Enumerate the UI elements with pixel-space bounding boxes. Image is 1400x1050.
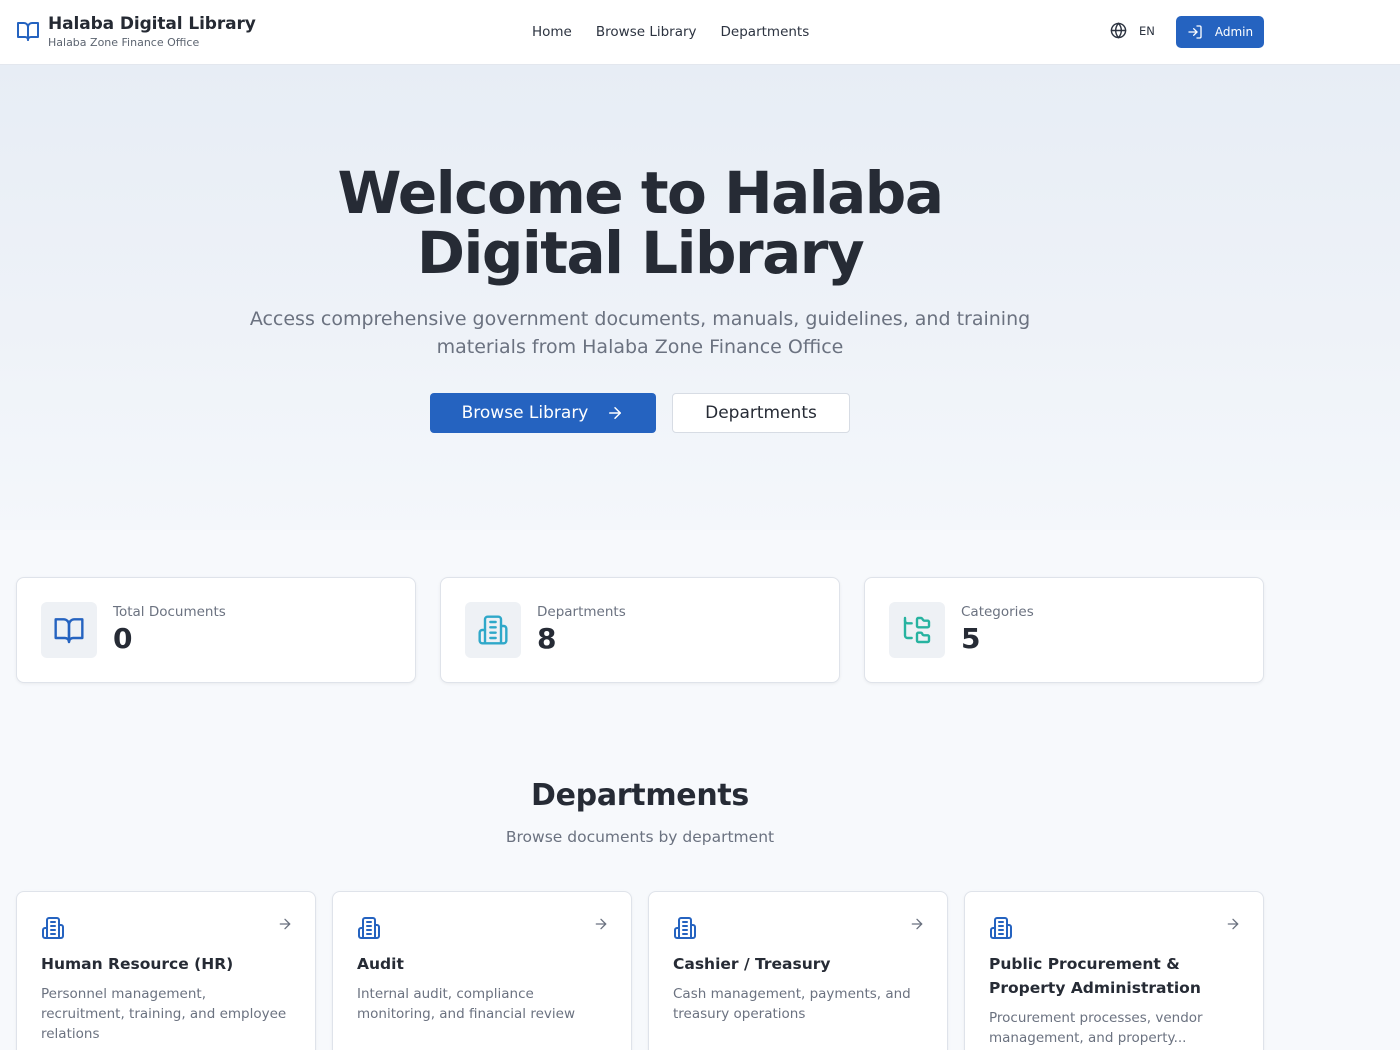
hero-section: Welcome to Halaba Digital Library Access… [0, 65, 1400, 530]
stat-label: Departments [537, 604, 626, 620]
browse-library-button-label: Browse Library [461, 403, 589, 423]
department-description: Personnel management, recruitment, train… [41, 986, 287, 1042]
top-header: Halaba Digital Library Halaba Zone Finan… [0, 0, 1400, 65]
building-icon [358, 917, 380, 939]
hero-actions: Browse Library Departments [430, 393, 850, 433]
stat-icon-box [465, 602, 521, 658]
browse-library-button[interactable]: Browse Library [430, 393, 656, 433]
brand[interactable]: Halaba Digital Library Halaba Zone Finan… [16, 13, 256, 50]
department-card-hr[interactable]: Human Resource (HR) Personnel management… [16, 891, 316, 1050]
stat-label: Categories [961, 604, 1034, 620]
stat-icon-box [41, 602, 97, 658]
arrow-right-icon [279, 918, 291, 930]
departments-button[interactable]: Departments [672, 393, 850, 433]
hero-title: Welcome to Halaba Digital Library [337, 159, 944, 287]
book-icon [54, 618, 84, 644]
departments-section-title: Departments [531, 778, 749, 813]
stat-card-categories: Categories 5 [864, 577, 1264, 683]
app-title: Halaba Digital Library [48, 14, 256, 34]
arrow-right-icon [911, 918, 923, 930]
stat-card-total-documents: Total Documents 0 [16, 577, 416, 683]
stat-icon-box [889, 602, 945, 658]
building-icon [990, 917, 1012, 939]
stat-value: 0 [113, 622, 133, 655]
departments-button-label: Departments [705, 403, 817, 423]
arrow-right-icon [595, 918, 607, 930]
main-nav: Home Browse Library Departments [532, 23, 809, 41]
nav-home-link[interactable]: Home [532, 23, 572, 41]
nav-departments-link[interactable]: Departments [721, 23, 810, 41]
admin-button-label: Admin [1214, 25, 1254, 39]
building-icon [478, 615, 508, 645]
building-icon [674, 917, 696, 939]
admin-button[interactable]: Admin [1176, 16, 1264, 48]
arrow-right-icon [1227, 918, 1239, 930]
stat-value: 8 [537, 622, 557, 655]
department-name: Public Procurement & Property Administra… [989, 955, 1201, 997]
departments-section-subtitle: Browse documents by department [505, 828, 775, 846]
department-name: Audit [357, 955, 404, 973]
department-name: Human Resource (HR) [41, 955, 234, 973]
hero-description: Access comprehensive government document… [249, 308, 1031, 358]
stat-value: 5 [961, 622, 981, 655]
globe-icon [1110, 22, 1127, 39]
department-description: Cash management, payments, and treasury … [673, 986, 911, 1022]
nav-browse-library-link[interactable]: Browse Library [596, 23, 697, 41]
department-description: Procurement processes, vendor management… [989, 1010, 1203, 1046]
stat-card-departments: Departments 8 [440, 577, 840, 683]
app-subtitle: Halaba Zone Finance Office [48, 36, 200, 49]
department-name: Cashier / Treasury [673, 955, 831, 973]
language-label: EN [1139, 23, 1155, 38]
building-icon [42, 917, 64, 939]
language-switcher[interactable]: EN [1110, 22, 1155, 39]
stat-label: Total Documents [113, 604, 226, 620]
folder-tree-icon [903, 616, 931, 644]
department-card-procurement[interactable]: Public Procurement & Property Administra… [964, 891, 1264, 1050]
open-book-icon [17, 22, 39, 41]
login-icon [1188, 25, 1202, 39]
department-card-cashier-treasury[interactable]: Cashier / Treasury Cash management, paym… [648, 891, 948, 1050]
arrow-right-icon [609, 407, 622, 419]
department-description: Internal audit, compliance monitoring, a… [357, 986, 575, 1022]
department-card-audit[interactable]: Audit Internal audit, compliance monitor… [332, 891, 632, 1050]
